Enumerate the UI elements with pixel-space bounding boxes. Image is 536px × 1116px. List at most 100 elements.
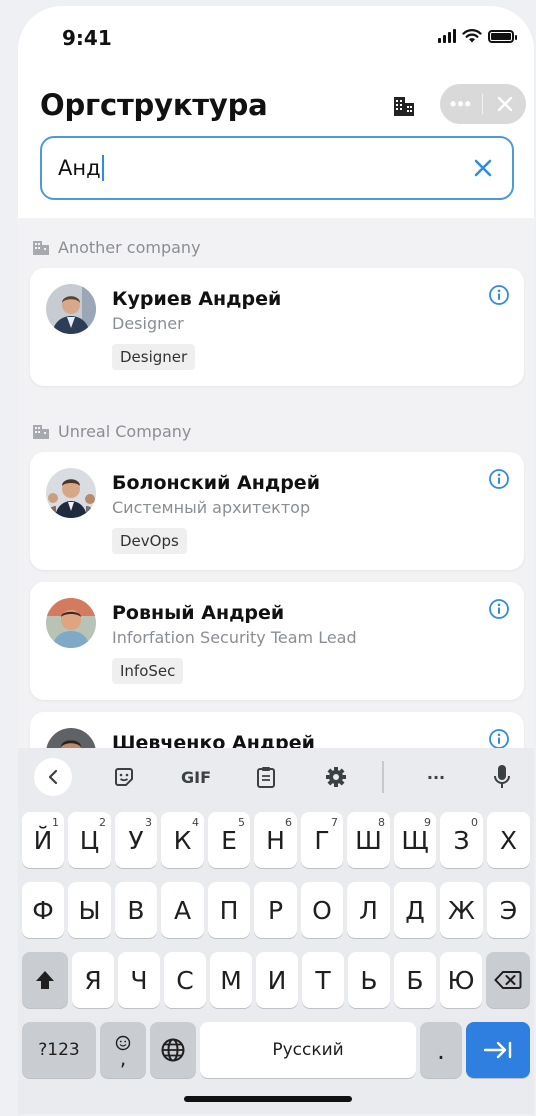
tab-arrow-icon xyxy=(483,1041,512,1059)
key[interactable]: Р xyxy=(254,882,297,938)
more-dots-icon[interactable]: ··· xyxy=(416,760,456,794)
home-indicator[interactable] xyxy=(184,1096,352,1102)
key[interactable]: С xyxy=(164,952,206,1008)
symbols-key[interactable]: ?123 xyxy=(22,1022,96,1078)
info-icon[interactable] xyxy=(488,728,510,748)
key[interactable]: П xyxy=(208,882,250,938)
building-icon[interactable] xyxy=(390,92,418,120)
text-caret xyxy=(101,155,104,181)
key[interactable]: Е5 xyxy=(208,812,250,868)
close-icon[interactable] xyxy=(483,84,526,124)
building-icon xyxy=(33,424,49,439)
key[interactable]: Г7 xyxy=(301,812,343,868)
employee-role: Designer xyxy=(112,314,184,333)
group-header: Unreal Company xyxy=(32,422,191,441)
shift-key[interactable] xyxy=(22,952,68,1008)
globe-icon xyxy=(161,1038,185,1062)
key[interactable]: Л xyxy=(347,882,390,938)
key[interactable]: М xyxy=(210,952,252,1008)
chevron-left-icon[interactable] xyxy=(34,758,72,796)
space-key[interactable]: Русский xyxy=(200,1022,416,1078)
key[interactable]: О xyxy=(301,882,343,938)
status-icons xyxy=(438,29,517,43)
key[interactable]: З0 xyxy=(440,812,483,868)
clear-x-icon[interactable] xyxy=(472,157,494,179)
search-value: Анд xyxy=(58,156,101,180)
key[interactable]: Щ9 xyxy=(394,812,436,868)
avatar xyxy=(46,598,96,648)
group-header: Another company xyxy=(32,238,201,257)
key[interactable]: Ь xyxy=(348,952,390,1008)
search-results-list[interactable]: Another company Куриев Андрей Designer D… xyxy=(18,218,534,748)
shift-icon xyxy=(36,971,54,989)
info-icon[interactable] xyxy=(488,284,510,306)
key[interactable]: Ч xyxy=(118,952,160,1008)
key[interactable]: Ю xyxy=(440,952,482,1008)
key[interactable]: Н6 xyxy=(254,812,297,868)
employee-card[interactable]: Болонский Андрей Системный архитектор De… xyxy=(30,452,524,570)
key-row-4: ?123 , Русский . xyxy=(18,1022,534,1080)
key[interactable]: Д xyxy=(394,882,436,938)
department-tag: DevOps xyxy=(112,528,187,554)
key[interactable]: Х xyxy=(487,812,530,868)
gif-button[interactable]: GIF xyxy=(170,760,222,794)
clipboard-icon[interactable] xyxy=(246,760,286,794)
key-row-3: Я Ч С М И Т Ь Б Ю xyxy=(18,952,534,1010)
key[interactable]: Б xyxy=(394,952,436,1008)
next-key[interactable] xyxy=(466,1022,530,1078)
emoji-comma-key[interactable]: , xyxy=(100,1022,146,1078)
building-icon xyxy=(33,240,49,255)
key[interactable]: И xyxy=(256,952,298,1008)
avatar xyxy=(46,728,96,748)
key[interactable]: Ы xyxy=(68,882,111,938)
employee-name: Куриев Андрей xyxy=(112,288,282,310)
employee-card[interactable]: Ровный Андрей Inforfation Security Team … xyxy=(30,582,524,700)
key[interactable]: У3 xyxy=(115,812,157,868)
key[interactable]: Ж xyxy=(440,882,483,938)
avatar xyxy=(46,468,96,518)
key[interactable]: Э xyxy=(487,882,530,938)
more-dots-icon[interactable]: ••• xyxy=(440,84,482,124)
employee-role: Системный архитектор xyxy=(112,498,311,517)
microphone-icon[interactable] xyxy=(486,760,518,794)
info-icon[interactable] xyxy=(488,598,510,620)
employee-card[interactable]: Шевченко Андрей xyxy=(30,712,524,748)
phone-screen: 9:41 Оргструктура ••• Анд Another compan… xyxy=(18,6,534,1114)
group-name: Another company xyxy=(58,238,201,257)
globe-key[interactable] xyxy=(150,1022,196,1078)
avatar xyxy=(46,284,96,334)
period-key[interactable]: . xyxy=(420,1022,462,1078)
department-tag: InfoSec xyxy=(112,658,184,684)
toolbar-divider xyxy=(382,761,384,793)
key-row-1: Й1 Ц2 У3 К4 Е5 Н6 Г7 Ш8 Щ9 З0 Х xyxy=(18,812,534,870)
on-screen-keyboard: GIF ··· Й1 Ц2 У3 К4 Е5 Н6 Г7 Ш8 Щ9 З0 Х … xyxy=(18,748,534,1114)
wifi-icon xyxy=(462,29,482,43)
status-bar: 9:41 xyxy=(18,6,534,66)
employee-name: Шевченко Андрей xyxy=(112,732,315,748)
page-title: Оргструктура xyxy=(40,88,268,122)
employee-name: Ровный Андрей xyxy=(112,602,285,624)
comma-label: , xyxy=(119,1046,127,1070)
key[interactable]: Й1 xyxy=(22,812,64,868)
sticker-icon[interactable] xyxy=(104,760,144,794)
key[interactable]: Я xyxy=(72,952,114,1008)
gear-icon[interactable] xyxy=(316,760,356,794)
info-icon[interactable] xyxy=(488,468,510,490)
employee-card[interactable]: Куриев Андрей Designer Designer xyxy=(30,268,524,386)
key[interactable]: А xyxy=(161,882,204,938)
key-row-2: Ф Ы В А П Р О Л Д Ж Э xyxy=(18,882,534,940)
battery-icon xyxy=(488,30,517,43)
key[interactable]: Ш8 xyxy=(347,812,390,868)
backspace-key[interactable] xyxy=(486,952,530,1008)
backspace-icon xyxy=(494,971,522,989)
key[interactable]: Т xyxy=(302,952,344,1008)
key[interactable]: Ф xyxy=(22,882,64,938)
search-input[interactable]: Анд xyxy=(40,136,514,200)
status-time: 9:41 xyxy=(62,26,112,50)
key[interactable]: Ц2 xyxy=(68,812,111,868)
group-name: Unreal Company xyxy=(58,422,192,441)
signal-icon xyxy=(438,29,456,43)
key[interactable]: В xyxy=(115,882,157,938)
key[interactable]: К4 xyxy=(161,812,204,868)
keyboard-toolbar: GIF ··· xyxy=(18,748,534,806)
